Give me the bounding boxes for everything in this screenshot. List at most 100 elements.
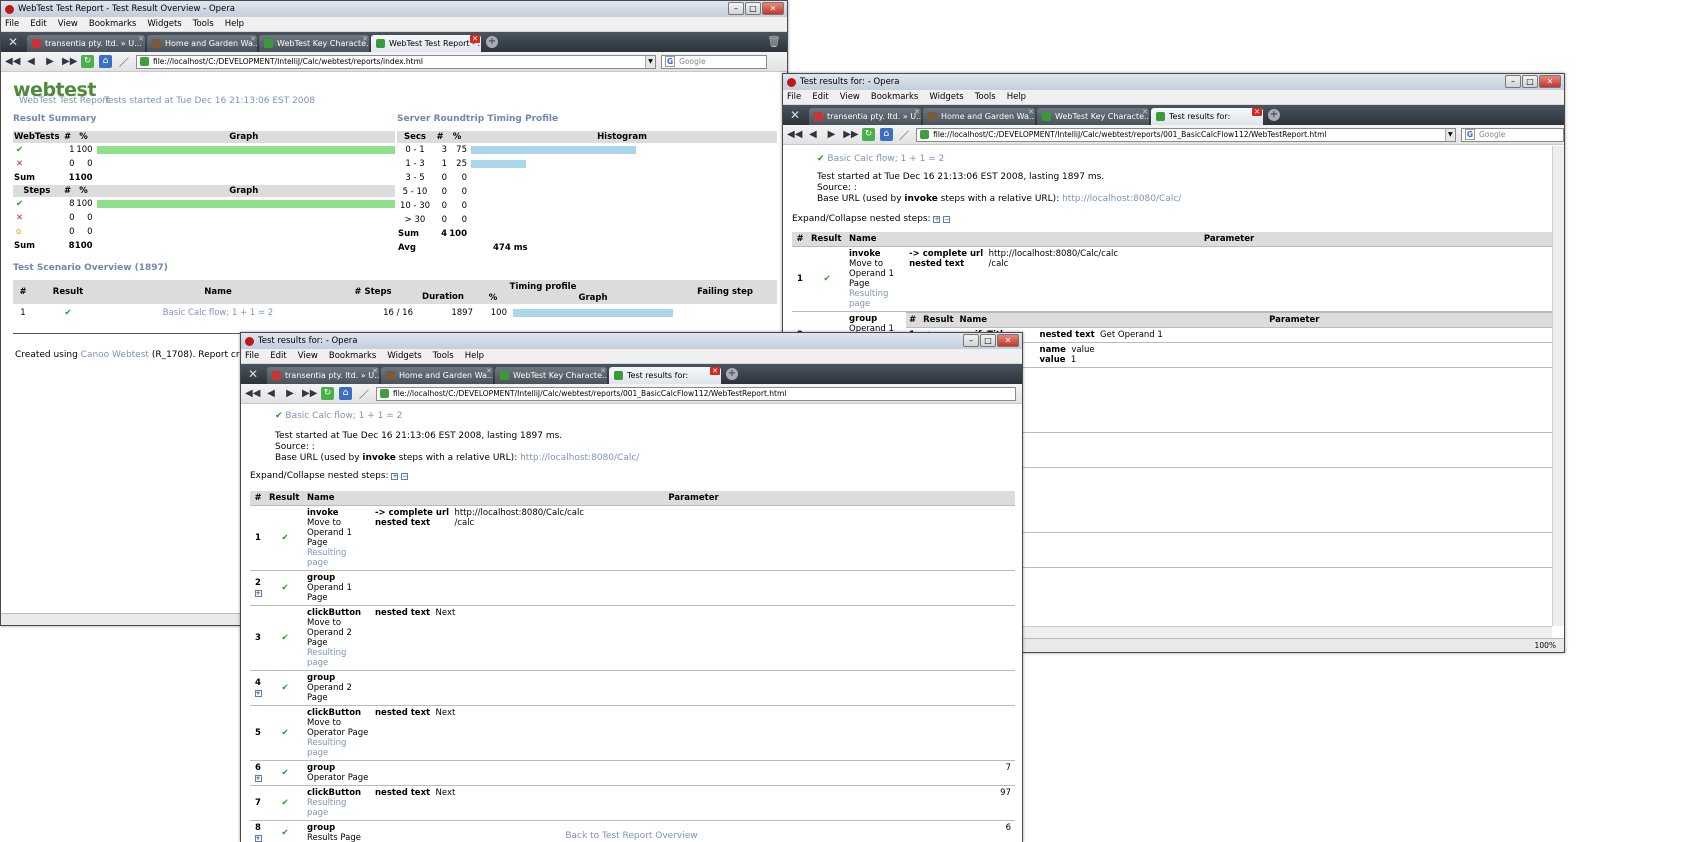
menu-view[interactable]: View [840, 92, 860, 102]
menu-tools[interactable]: Tools [193, 19, 214, 29]
chevron-down-icon[interactable]: ▼ [1444, 128, 1455, 141]
back-icon[interactable]: ◀ [24, 56, 38, 67]
tab-test-results[interactable]: Test results for: ✕ [609, 367, 721, 384]
tab-home-garden[interactable]: Home and Garden Wa... ✕ [381, 367, 493, 384]
tab-close-icon[interactable]: ✕ [600, 367, 606, 375]
minimize-button[interactable]: – [963, 334, 979, 347]
new-tab-button[interactable]: + [486, 36, 498, 48]
menu-view[interactable]: View [58, 19, 78, 29]
maximize-button[interactable]: □ [980, 334, 996, 347]
fast-forward-icon[interactable]: ▶▶ [843, 129, 858, 140]
vertical-scrollbar[interactable] [1552, 146, 1564, 626]
back-icon[interactable]: ◀ [264, 388, 278, 399]
search-field[interactable]: G Google [1460, 127, 1564, 142]
expand-all-icon[interactable]: + [933, 216, 941, 223]
rewind-icon[interactable]: ◀◀ [245, 388, 260, 399]
menu-help[interactable]: Help [1007, 92, 1026, 102]
close-button[interactable]: ✕ [997, 334, 1019, 347]
home-icon[interactable]: ⌂ [339, 387, 352, 400]
tab-home-garden[interactable]: Home and Garden Wa... ✕ [923, 108, 1035, 125]
tab-close-icon[interactable]: ✕ [470, 35, 480, 43]
tab-close-icon[interactable]: ✕ [1252, 108, 1262, 116]
rewind-icon[interactable]: ◀◀ [5, 56, 20, 67]
menu-view[interactable]: View [298, 351, 318, 361]
maximize-button[interactable]: □ [1522, 75, 1538, 88]
expand-all-icon[interactable]: + [391, 473, 399, 480]
tab-close-icon[interactable]: ✕ [710, 367, 720, 375]
close-button[interactable]: ✕ [762, 2, 784, 15]
home-icon[interactable]: ⌂ [879, 128, 893, 141]
resulting-page-link[interactable]: Resulting page [849, 289, 903, 309]
address-field[interactable]: file://localhost/C:/DEVELOPMENT/IntelliJ… [376, 386, 1016, 401]
canoo-link[interactable]: Canoo Webtest [81, 350, 149, 360]
title-bar[interactable]: Test results for: - Opera – □ ✕ [241, 333, 1022, 349]
menu-help[interactable]: Help [225, 19, 244, 29]
wand-icon[interactable]: ／ [357, 386, 371, 401]
chevron-down-icon[interactable]: ▼ [645, 55, 655, 68]
menu-tools[interactable]: Tools [433, 351, 454, 361]
resulting-page-link[interactable]: Resulting page [307, 798, 369, 818]
tab-close-icon[interactable]: ✕ [362, 35, 368, 43]
fast-forward-icon[interactable]: ▶▶ [62, 56, 77, 67]
collapse-all-icon[interactable]: − [401, 473, 409, 480]
menu-edit[interactable]: Edit [30, 19, 46, 29]
base-url-link[interactable]: http://localhost:8080/Calc/ [520, 453, 639, 463]
menu-widgets[interactable]: Widgets [929, 92, 963, 102]
menu-help[interactable]: Help [465, 351, 484, 361]
resulting-page-link[interactable]: Resulting page [307, 738, 369, 758]
tab-transentia[interactable]: transentia pty. ltd. » U... ✕ [27, 35, 145, 52]
home-icon[interactable]: ⌂ [99, 55, 112, 68]
close-button[interactable]: ✕ [1539, 75, 1561, 88]
tab-close-icon[interactable]: ✕ [1028, 108, 1034, 116]
menu-bookmarks[interactable]: Bookmarks [871, 92, 919, 102]
address-field[interactable]: file://localhost/C:/DEVELOPMENT/IntelliJ… [136, 54, 656, 69]
menu-edit[interactable]: Edit [270, 351, 286, 361]
back-icon[interactable]: ◀ [806, 129, 820, 140]
forward-icon[interactable]: ▶ [43, 56, 57, 67]
expand-icon[interactable]: + [254, 775, 262, 782]
menu-tools[interactable]: Tools [975, 92, 996, 102]
menu-widgets[interactable]: Widgets [147, 19, 181, 29]
reload-icon[interactable]: ↻ [321, 387, 334, 400]
menu-file[interactable]: File [5, 19, 19, 29]
base-url-link[interactable]: http://localhost:8080/Calc/ [1062, 194, 1181, 204]
fast-forward-icon[interactable]: ▶▶ [302, 388, 317, 399]
resulting-page-link[interactable]: Resulting page [307, 648, 369, 668]
tab-close-icon[interactable]: ✕ [372, 367, 378, 375]
tab-transentia[interactable]: transentia pty. ltd. » U... ✕ [809, 108, 921, 125]
back-to-overview-link[interactable]: Back to Test Report Overview [565, 831, 697, 841]
tab-webtest-key[interactable]: WebTest Key Characte... ✕ [259, 35, 369, 52]
reload-icon[interactable]: ↻ [81, 55, 94, 68]
wand-icon[interactable]: ／ [117, 54, 131, 69]
menu-edit[interactable]: Edit [812, 92, 828, 102]
search-field[interactable]: G Google [661, 54, 767, 69]
maximize-button[interactable]: □ [745, 2, 761, 15]
expand-icon[interactable]: + [254, 590, 262, 597]
wand-icon[interactable]: ／ [898, 127, 912, 142]
rewind-icon[interactable]: ◀◀ [787, 129, 802, 140]
menu-bookmarks[interactable]: Bookmarks [89, 19, 137, 29]
minimize-button[interactable]: – [1505, 75, 1521, 88]
tab-home-garden[interactable]: Home and Garden Wa... ✕ [147, 35, 257, 52]
tab-webtest-report[interactable]: WebTest Test Report - ... ✕ [371, 35, 481, 52]
menu-widgets[interactable]: Widgets [387, 351, 421, 361]
forward-icon[interactable]: ▶ [825, 129, 839, 140]
zoom-level[interactable]: 100% [1535, 641, 1556, 650]
wrench-icon[interactable]: ✕ [787, 107, 803, 123]
menu-file[interactable]: File [245, 351, 259, 361]
tab-close-icon[interactable]: ✕ [1142, 108, 1148, 116]
tab-close-icon[interactable]: ✕ [914, 108, 920, 116]
tab-close-icon[interactable]: ✕ [138, 35, 144, 43]
resulting-page-link[interactable]: Resulting page [307, 548, 369, 568]
minimize-button[interactable]: – [728, 2, 744, 15]
title-bar[interactable]: WebTest Test Report - Test Result Overvi… [1, 1, 787, 17]
new-tab-button[interactable]: + [1268, 109, 1280, 121]
collapse-all-icon[interactable]: − [943, 216, 951, 223]
tab-transentia[interactable]: transentia pty. ltd. » U... ✕ [267, 367, 379, 384]
tab-close-icon[interactable]: ✕ [486, 367, 492, 375]
tab-close-icon[interactable]: ✕ [250, 35, 256, 43]
tab-test-results[interactable]: Test results for: ✕ [1151, 108, 1263, 125]
new-tab-button[interactable]: + [726, 368, 738, 380]
scenario-link[interactable]: Basic Calc flow; 1 + 1 = 2 [103, 304, 333, 322]
menu-file[interactable]: File [787, 92, 801, 102]
